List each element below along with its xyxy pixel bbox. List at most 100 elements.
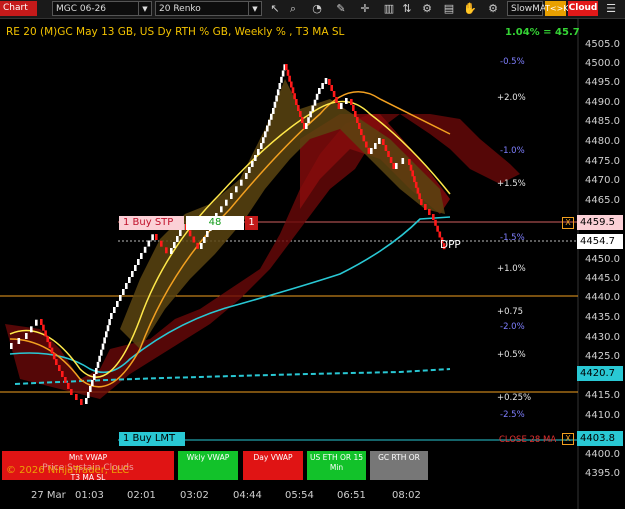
renko-brick	[295, 99, 298, 105]
hand-icon[interactable]: ✋	[461, 1, 479, 16]
time-tick: 03:02	[180, 490, 209, 501]
renko-brick	[245, 173, 248, 179]
renko-brick	[378, 138, 381, 144]
period-selector[interactable]: 20 Renko ▼	[155, 1, 262, 16]
renko-brick	[85, 398, 88, 404]
last-price-flag: 4454.7	[577, 234, 623, 249]
renko-brick	[206, 231, 209, 237]
price-tick: 4395.0	[585, 468, 620, 479]
renko-brick	[414, 181, 418, 188]
renko-brick	[367, 147, 371, 154]
pct-label: +0.25%	[497, 393, 532, 403]
price-tick: 4410.0	[585, 410, 620, 421]
renko-brick	[438, 231, 442, 238]
slowma-selector[interactable]: SlowMA	[507, 1, 546, 16]
renko-brick	[313, 99, 317, 106]
renko-brick	[110, 313, 113, 319]
renko-brick	[285, 64, 288, 70]
renko-brick	[354, 111, 357, 117]
renko-brick	[350, 99, 353, 105]
renko-brick	[106, 325, 110, 332]
renko-brick	[137, 259, 140, 265]
renko-brick	[235, 186, 238, 193]
renko-brick	[251, 161, 254, 167]
crosshair-icon[interactable]: ✛	[356, 1, 374, 16]
cursor-icon[interactable]: ↖	[266, 1, 284, 16]
chart-properties-icon[interactable]: ◔	[308, 1, 326, 16]
pct-label: -1.5%	[500, 233, 525, 243]
renko-brick	[362, 135, 366, 142]
close-order-icon[interactable]: X	[562, 433, 574, 445]
renko-brick	[122, 289, 125, 295]
buy-stp-quantity[interactable]: 48	[186, 216, 244, 230]
renko-brick	[416, 187, 420, 194]
pct-label: +1.5%	[497, 179, 526, 189]
renko-brick	[61, 371, 64, 377]
cloud-toggle-button[interactable]: Cloud	[568, 1, 598, 16]
renko-brick	[370, 148, 373, 154]
renko-brick	[151, 234, 154, 241]
gc-rth-or-button[interactable]: GC RTH OR	[370, 451, 428, 480]
chart-menu-button[interactable]: Chart	[0, 1, 37, 16]
renko-brick	[98, 355, 101, 362]
renko-brick	[328, 79, 331, 85]
time-tick: 27 Mar	[31, 490, 66, 501]
renko-brick	[87, 392, 90, 398]
chevron-down-icon: ▼	[248, 2, 261, 15]
renko-brick	[301, 117, 304, 123]
instrument-selector[interactable]: MGC 06-26 ▼	[52, 1, 152, 16]
renko-brick	[108, 319, 111, 326]
day-vwap-button[interactable]: Day VWAP	[243, 451, 303, 480]
renko-brick	[291, 87, 295, 94]
buy-lmt-order-label[interactable]: 1 Buy LMT	[119, 432, 185, 446]
renko-brick	[335, 97, 338, 103]
renko-brick	[272, 108, 275, 114]
renko-brick	[290, 81, 293, 88]
renko-brick	[48, 341, 52, 348]
renko-brick	[46, 336, 49, 343]
close-order-icon[interactable]: X	[562, 217, 574, 229]
pct-label: -2.0%	[500, 322, 525, 332]
settings-icon[interactable]: ⚙	[484, 1, 502, 16]
renko-brick	[288, 75, 291, 82]
buy-stp-close-button[interactable]: 1	[245, 216, 258, 230]
renko-brick	[155, 234, 158, 240]
strategies-icon[interactable]: ⚙	[418, 1, 436, 16]
chart-panel[interactable]: RE 20 (M)GC May 13 GB, US Dy RTH % GB, W…	[0, 19, 625, 509]
price-tick: 4505.0	[585, 39, 620, 50]
renko-brick	[95, 368, 98, 374]
renko-brick	[352, 105, 355, 111]
renko-brick	[25, 333, 28, 339]
renko-brick	[297, 105, 300, 111]
draw-icon[interactable]: ✎	[332, 1, 350, 16]
renko-brick	[409, 164, 413, 171]
renko-brick	[382, 139, 385, 145]
renko-brick	[299, 111, 302, 117]
renko-brick	[278, 83, 282, 89]
renko-brick	[432, 214, 435, 220]
renko-brick	[58, 365, 61, 371]
renko-brick	[147, 240, 151, 247]
renko-brick	[196, 242, 199, 249]
renko-brick	[131, 271, 134, 277]
renko-brick	[44, 330, 47, 337]
renko-brick	[264, 131, 267, 138]
us-eth-or-button[interactable]: US ETH OR 15 Min	[307, 451, 366, 480]
pct-label: +1.0%	[497, 264, 526, 274]
templates-icon[interactable]: ▤	[440, 1, 458, 16]
pct-label: -1.0%	[500, 146, 525, 156]
chart-type-icon[interactable]: ▥	[380, 1, 398, 16]
buy-stp-order-label[interactable]: 1 Buy STP	[119, 216, 184, 230]
renko-brick	[280, 76, 283, 83]
price-tick: 4495.0	[585, 77, 620, 88]
wkly-vwap-button[interactable]: Wkly VWAP	[178, 451, 238, 480]
period-value: 20 Renko	[159, 4, 201, 14]
indicators-icon[interactable]: ⇅	[398, 1, 416, 16]
renko-brick	[389, 157, 393, 163]
zoom-icon[interactable]: ⌕	[284, 1, 302, 16]
time-tick: 05:54	[285, 490, 314, 501]
renko-brick	[105, 331, 108, 338]
renko-brick	[262, 137, 265, 144]
menu-icon[interactable]: ☰	[602, 1, 620, 16]
tk-toggle-button[interactable]: T<>K	[545, 1, 569, 16]
